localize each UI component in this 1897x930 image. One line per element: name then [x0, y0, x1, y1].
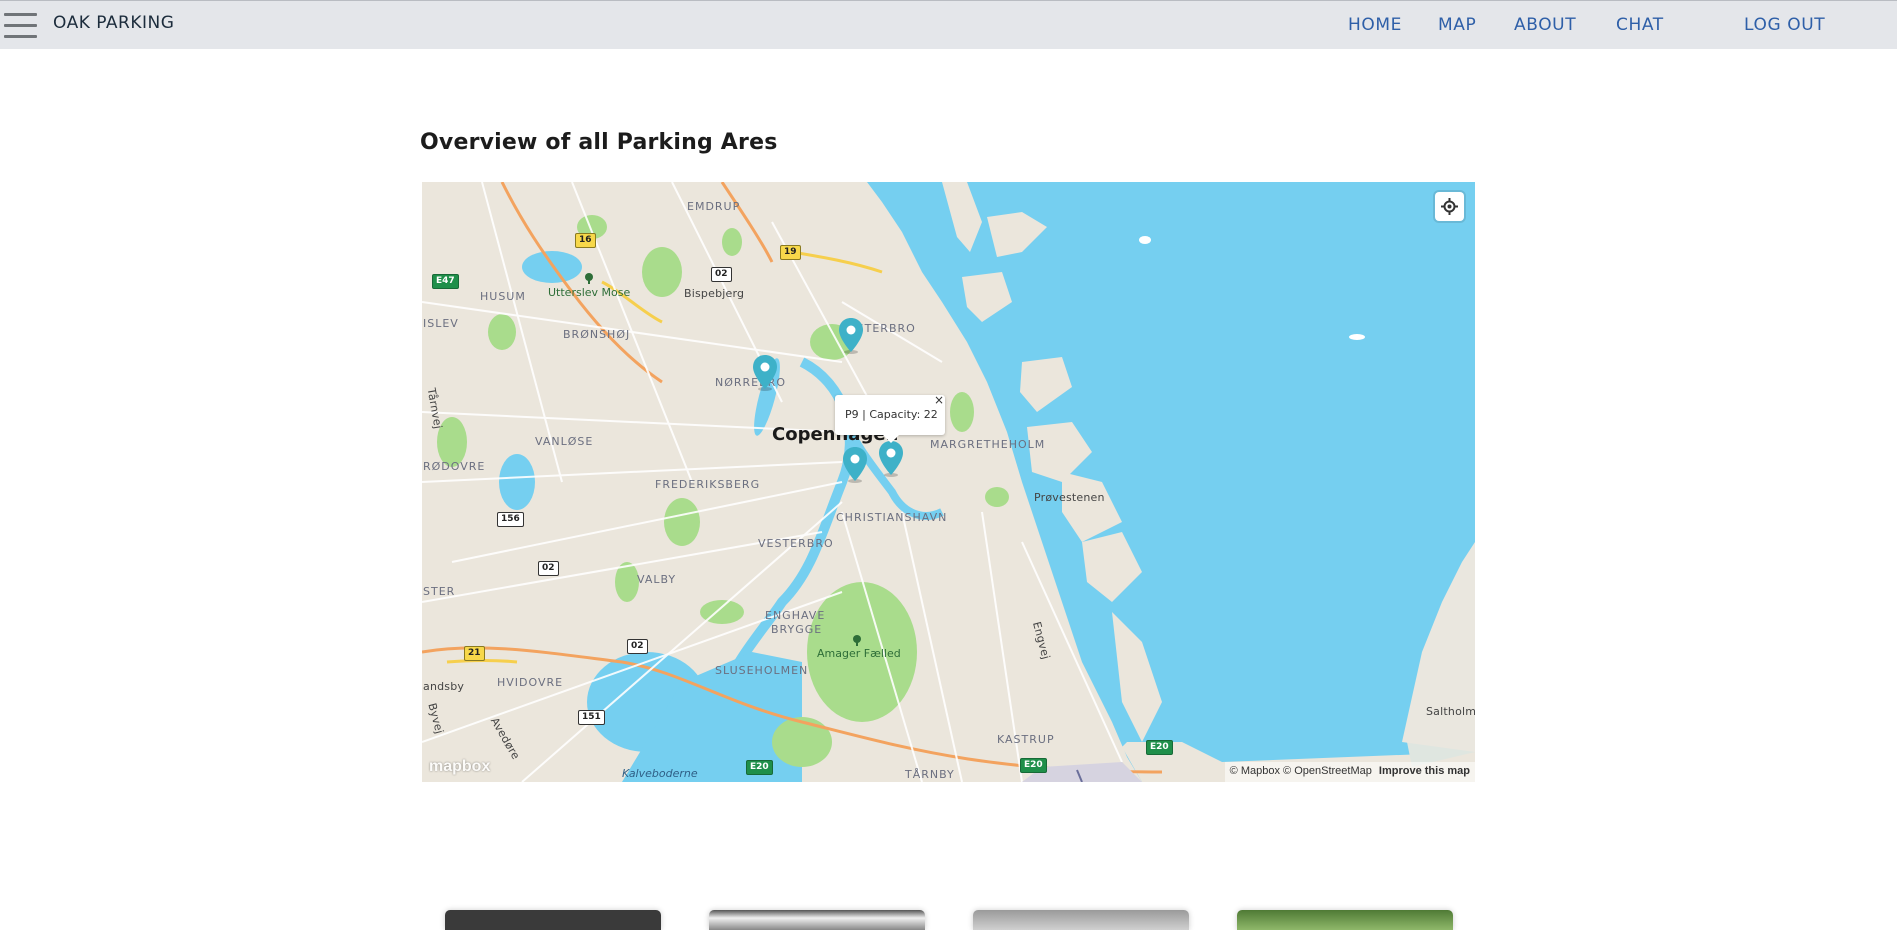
map-label-ster: STER [423, 585, 456, 598]
map-label-valby: VALBY [637, 573, 677, 586]
road-shield: 02 [538, 561, 559, 576]
navbar: OAK PARKING HOME MAP ABOUT CHAT LOG OUT [0, 0, 1897, 49]
map-attribution: © Mapbox © OpenStreetMap Improve this ma… [1224, 762, 1475, 782]
geolocate-button[interactable] [1435, 192, 1464, 221]
road-shield: 151 [578, 710, 605, 725]
map-label-bronshoj: BRØNSHØJ [563, 328, 631, 341]
park-tree-icon [585, 273, 593, 284]
road-shield: 16 [575, 233, 596, 248]
page-title: Overview of all Parking Ares [420, 130, 778, 155]
map-base-layer [422, 182, 1475, 782]
map-label-husum: HUSUM [480, 290, 526, 303]
map-label-saltholm: Saltholm [1426, 705, 1475, 718]
popup-close-button[interactable]: × [934, 393, 944, 407]
road-shield: E20 [1020, 758, 1047, 773]
parking-marker-icon[interactable] [752, 354, 778, 392]
parking-card-image[interactable] [1237, 910, 1453, 930]
attribution-osm-link[interactable]: © OpenStreetMap [1283, 765, 1372, 777]
parking-card-image[interactable] [709, 910, 925, 930]
map-label-emdrup: EMDRUP [687, 200, 741, 213]
map-label-christianshavn: CHRISTIANSHAVN [836, 511, 948, 524]
nav-about[interactable]: ABOUT [1514, 15, 1576, 35]
map-label-enghave: ENGHAVE [765, 609, 826, 622]
popup-text: P9 | Capacity: 22 [845, 408, 938, 421]
road-shield: 19 [780, 245, 801, 260]
crosshair-icon [1441, 198, 1458, 215]
nav-map[interactable]: MAP [1438, 15, 1476, 35]
marker-popup: P9 | Capacity: 22 × [835, 393, 945, 443]
map-label-andsby: andsby [423, 680, 465, 693]
road-shield: 02 [627, 639, 648, 654]
map-label-bispebjerg: Bispebjerg [684, 287, 745, 300]
map-label-brygge: BRYGGE [771, 623, 823, 636]
nav-chat[interactable]: CHAT [1616, 15, 1664, 35]
map-label-kalveboderne: Kalveboderne [622, 767, 698, 780]
nav-home[interactable]: HOME [1348, 15, 1402, 35]
map-label-kastrup: KASTRUP [997, 733, 1055, 746]
attribution-mapbox-link[interactable]: © Mapbox [1230, 765, 1280, 777]
parking-card-image[interactable] [973, 910, 1189, 930]
road-shield: E20 [746, 760, 773, 775]
parking-marker-icon[interactable] [842, 446, 868, 484]
mapbox-logo[interactable]: mapbox [429, 758, 490, 776]
nav-logout[interactable]: LOG OUT [1744, 15, 1825, 35]
map-label-vanlose: VANLØSE [535, 435, 594, 448]
map-label-vesterbro: VESTERBRO [758, 537, 834, 550]
hamburger-menu-icon[interactable] [4, 13, 37, 38]
map-label-rodovre: RØDOVRE [423, 460, 486, 473]
road-shield: E20 [1146, 740, 1173, 755]
map-label-hvidovre: HVIDOVRE [497, 676, 564, 689]
road-shield: 21 [464, 646, 485, 661]
map-label-provestenen: Prøvestenen [1034, 491, 1105, 504]
parking-map[interactable]: EMDRUP HUSUM Utterslev Mose Bispebjerg B… [422, 182, 1475, 782]
road-shield: 156 [497, 512, 524, 527]
parking-marker-icon[interactable] [878, 440, 904, 478]
popup-tip [883, 435, 899, 443]
map-label-sluseholmen: SLUSEHOLMEN [715, 664, 809, 677]
parking-card-image[interactable] [445, 910, 661, 930]
map-label-frederiksberg: FREDERIKSBERG [655, 478, 761, 491]
brand-logo[interactable]: OAK PARKING [53, 13, 174, 33]
map-label-amager: Amager Fælled [817, 647, 901, 660]
map-label-tarnby: TÅRNBY [905, 768, 955, 781]
park-tree-icon [853, 635, 861, 646]
parking-marker-icon[interactable] [838, 317, 864, 355]
map-label-utterslev: Utterslev Mose [548, 286, 631, 299]
improve-map-link[interactable]: Improve this map [1379, 765, 1470, 777]
road-shield: E47 [432, 274, 459, 289]
map-label-margretheholm: MARGRETHEHOLM [930, 438, 1046, 451]
road-shield: 02 [711, 267, 732, 282]
map-label-islev: ISLEV [423, 317, 459, 330]
